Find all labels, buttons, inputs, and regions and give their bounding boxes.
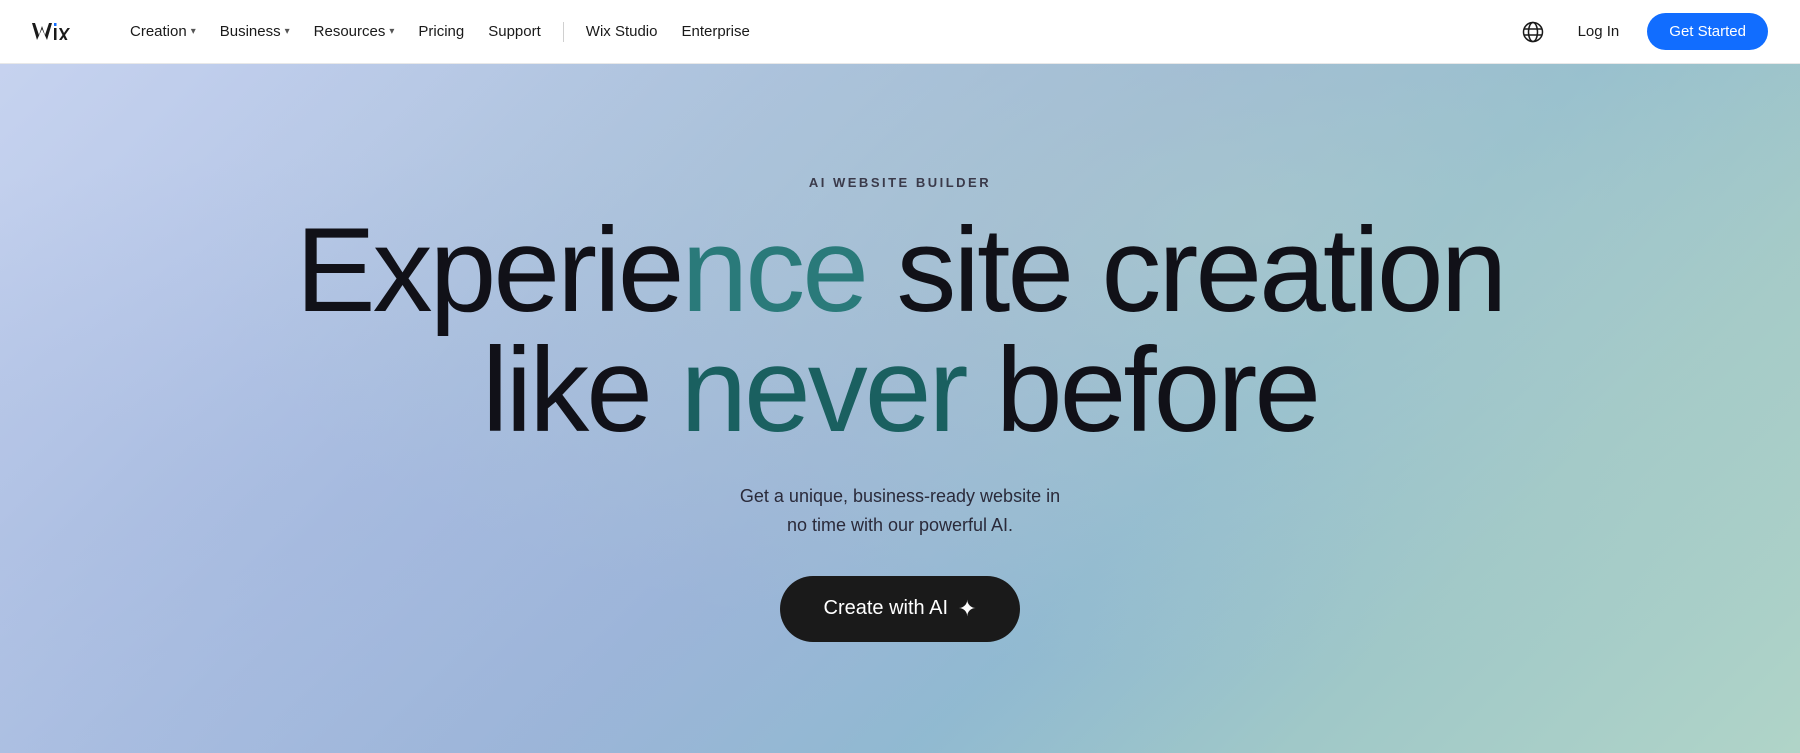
- hero-headline-highlight-nce: nce: [682, 203, 866, 337]
- nav-label-support: Support: [488, 23, 541, 40]
- nav-divider: [563, 22, 564, 42]
- nav-label-pricing: Pricing: [418, 23, 464, 40]
- nav-label-creation: Creation: [130, 23, 187, 40]
- nav-item-support[interactable]: Support: [478, 17, 551, 46]
- hero-badge: AI WEBSITE BUILDER: [809, 175, 991, 190]
- nav-item-wix-studio[interactable]: Wix Studio: [576, 17, 668, 46]
- get-started-button[interactable]: Get Started: [1647, 13, 1768, 50]
- nav-links: Creation ▾ Business ▾ Resources ▾ Pricin…: [120, 17, 760, 46]
- wix-logo-svg: [32, 18, 88, 46]
- chevron-down-icon-business: ▾: [285, 26, 290, 37]
- nav-label-business: Business: [220, 23, 281, 40]
- cta-label: Create with AI: [824, 597, 949, 620]
- wix-logo[interactable]: [32, 18, 88, 46]
- chevron-down-icon: ▾: [191, 26, 196, 37]
- language-selector-button[interactable]: [1516, 15, 1550, 49]
- hero-description: Get a unique, business-ready website in …: [740, 482, 1060, 540]
- navbar: Creation ▾ Business ▾ Resources ▾ Pricin…: [0, 0, 1800, 64]
- hero-headline-site-creation: site creation: [866, 203, 1504, 337]
- create-with-ai-button[interactable]: Create with AI ✦: [780, 576, 1021, 642]
- sparkle-icon: ✦: [958, 596, 976, 622]
- nav-item-pricing[interactable]: Pricing: [408, 17, 474, 46]
- login-button[interactable]: Log In: [1566, 15, 1632, 48]
- hero-description-line1: Get a unique, business-ready website in: [740, 486, 1060, 506]
- nav-item-business[interactable]: Business ▾: [210, 17, 300, 46]
- nav-label-wix-studio: Wix Studio: [586, 23, 658, 40]
- globe-icon: [1522, 21, 1544, 43]
- nav-item-resources[interactable]: Resources ▾: [304, 17, 405, 46]
- hero-headline-highlight-never: never: [680, 323, 965, 457]
- hero-headline-before: before: [966, 323, 1319, 457]
- hero-section: AI WEBSITE BUILDER Experience site creat…: [0, 0, 1800, 753]
- hero-headline-like: like: [482, 323, 680, 457]
- hero-content: AI WEBSITE BUILDER Experience site creat…: [0, 175, 1800, 642]
- hero-headline-line1: Experience site creation: [0, 210, 1800, 330]
- hero-headline-experience: Experie: [296, 203, 682, 337]
- navbar-left: Creation ▾ Business ▾ Resources ▾ Pricin…: [32, 17, 760, 46]
- nav-label-resources: Resources: [314, 23, 386, 40]
- nav-label-enterprise: Enterprise: [681, 23, 749, 40]
- nav-item-enterprise[interactable]: Enterprise: [671, 17, 759, 46]
- nav-item-creation[interactable]: Creation ▾: [120, 17, 206, 46]
- chevron-down-icon-resources: ▾: [389, 26, 394, 37]
- hero-headline-line2: like never before: [0, 330, 1800, 450]
- navbar-right: Log In Get Started: [1516, 13, 1768, 50]
- hero-description-line2: no time with our powerful AI.: [787, 515, 1013, 535]
